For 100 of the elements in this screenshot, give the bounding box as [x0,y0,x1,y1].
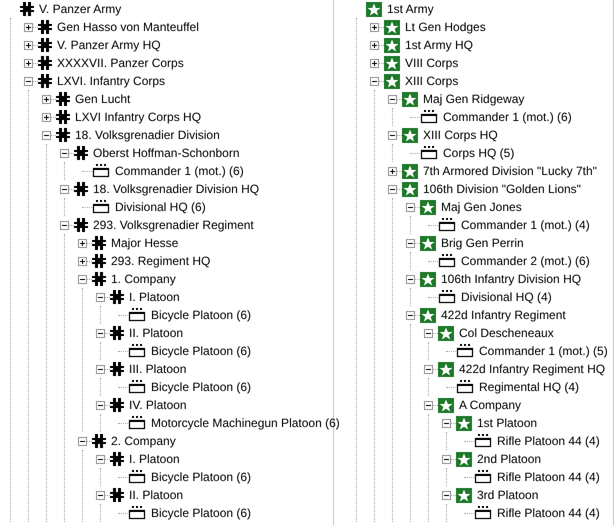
collapse-toggle[interactable] [96,490,105,500]
collapse-toggle[interactable] [406,202,415,212]
tree-item[interactable]: Bicycle Platoon (6) [151,342,252,360]
tree-item[interactable]: Maj Gen Ridgeway [423,90,524,108]
tree-item[interactable]: 1st Platoon [477,414,538,432]
tree-item[interactable]: A Company [459,396,522,414]
tree-item[interactable]: Bicycle Platoon (6) [151,504,252,522]
collapse-toggle[interactable] [96,292,105,302]
tree-item[interactable]: XIII Corps HQ [423,126,498,144]
collapse-toggle[interactable] [78,436,87,446]
tree-item[interactable]: Bicycle Platoon (6) [151,306,252,324]
tree-item[interactable]: Motorcycle Machinegun Platoon (6) [151,414,340,432]
tree-item[interactable]: Maj Gen Jones [441,198,522,216]
tree-item[interactable]: 18. Volksgrenadier Division HQ [93,180,260,198]
tree-item[interactable]: II. Platoon [129,486,184,504]
tree-item[interactable]: Bicycle Platoon (6) [151,378,252,396]
tree-item[interactable]: Gen Hasso von Manteuffel [57,18,199,36]
expand-toggle[interactable] [78,238,87,248]
tree-item[interactable]: 7th Armored Division "Lucky 7th" [423,162,597,180]
collapse-toggle[interactable] [406,274,415,284]
tree-item[interactable]: XXXXVII. Panzer Corps [57,54,184,72]
tree-item[interactable]: 1. Company [111,270,176,288]
collapse-toggle[interactable] [42,130,51,140]
tree-item[interactable]: 293. Volksgrenadier Regiment [93,216,254,234]
collapse-toggle[interactable] [442,490,451,500]
tree-item[interactable]: Gen Lucht [75,90,130,108]
collapse-toggle[interactable] [78,274,87,284]
expand-toggle[interactable] [370,22,379,32]
expand-toggle[interactable] [78,256,87,266]
tree-item[interactable]: Commander 2 (mot.) (6) [461,252,590,270]
collapse-toggle[interactable] [424,328,433,338]
collapse-toggle[interactable] [442,454,451,464]
tree-item[interactable]: Commander 1 (mot.) (4) [461,216,590,234]
collapse-toggle[interactable] [424,400,433,410]
tree-item[interactable]: 106th Division "Golden Lions" [423,180,581,198]
tree-item[interactable]: III. Platoon [129,360,186,378]
expand-toggle[interactable] [370,58,379,68]
expand-toggle[interactable] [42,112,51,122]
unit-symbol-icon [438,254,456,268]
tree-item[interactable]: V. Panzer Army HQ [57,36,161,54]
expand-toggle[interactable] [42,94,51,104]
tree-item[interactable]: Col Descheneaux [459,324,554,342]
tree-item[interactable]: V. Panzer Army [39,0,122,18]
tree-item[interactable]: Bicycle Platoon (6) [151,468,252,486]
collapse-toggle[interactable] [442,418,451,428]
tree-item[interactable]: Rifle Platoon 44 (4) [497,468,600,486]
collapse-toggle[interactable] [96,364,105,374]
tree-item[interactable]: LXVI Infantry Corps HQ [75,108,202,126]
tree-item[interactable]: 1st Army [387,0,434,18]
collapse-toggle[interactable] [96,454,105,464]
tree-item[interactable]: Brig Gen Perrin [441,234,524,252]
tree-item[interactable]: Major Hesse [111,234,178,252]
tree-item[interactable]: 106th Infantry Division HQ [441,270,582,288]
tree-item[interactable]: 18. Volksgrenadier Division [75,126,220,144]
tree-item[interactable]: Divisional HQ (4) [461,288,552,306]
tree-item[interactable]: 422d Infantry Regiment HQ [459,360,606,378]
tree-item[interactable]: I. Platoon [129,450,180,468]
tree-item[interactable]: Regimental HQ (4) [479,378,580,396]
tree-item[interactable]: Corps HQ (5) [443,144,514,162]
tree-item[interactable]: 3rd Platoon [477,486,538,504]
tree-item[interactable]: IV. Platoon [129,396,187,414]
expand-toggle[interactable] [24,40,33,50]
tree-item[interactable]: Lt Gen Hodges [405,18,486,36]
tree-item[interactable]: 422d Infantry Regiment [441,306,566,324]
collapse-toggle[interactable] [424,364,433,374]
collapse-toggle[interactable] [388,94,397,104]
tree-item[interactable]: Commander 1 (mot.) (6) [443,108,572,126]
collapse-toggle[interactable] [96,400,105,410]
expand-toggle[interactable] [388,166,397,176]
collapse-toggle[interactable] [388,184,397,194]
tree-item[interactable]: 293. Regiment HQ [111,252,210,270]
expand-toggle[interactable] [370,40,379,50]
tree-item[interactable]: Rifle Platoon 44 (4) [497,504,600,522]
tree-item[interactable]: 2nd Platoon [477,450,542,468]
tree-item[interactable]: LXVI. Infantry Corps [57,72,166,90]
tree-item[interactable]: 2. Company [111,432,176,450]
tree-item[interactable]: II. Platoon [129,324,184,342]
star-icon [420,272,436,286]
tree-item[interactable]: VIII Corps [405,54,458,72]
collapse-toggle[interactable] [24,76,33,86]
tree-item[interactable]: Divisional HQ (6) [115,198,206,216]
collapse-toggle[interactable] [60,148,69,158]
tree-item[interactable]: Oberst Hoffman-Schonborn [93,144,240,162]
collapse-toggle[interactable] [96,328,105,338]
star-icon [438,398,454,412]
collapse-toggle[interactable] [406,238,415,248]
tree-item[interactable]: Rifle Platoon 44 (4) [497,432,600,450]
collapse-toggle[interactable] [370,76,379,86]
expand-toggle[interactable] [24,22,33,32]
collapse-toggle[interactable] [388,130,397,140]
tree-item[interactable]: I. Platoon [129,288,180,306]
collapse-toggle[interactable] [406,310,415,320]
cross-icon [110,290,124,304]
expand-toggle[interactable] [24,58,33,68]
tree-item[interactable]: 1st Army HQ [405,36,474,54]
collapse-toggle[interactable] [60,184,69,194]
tree-item[interactable]: Commander 1 (mot.) (5) [479,342,608,360]
tree-item[interactable]: XIII Corps [405,72,458,90]
tree-item[interactable]: Commander 1 (mot.) (6) [115,162,244,180]
collapse-toggle[interactable] [60,220,69,230]
